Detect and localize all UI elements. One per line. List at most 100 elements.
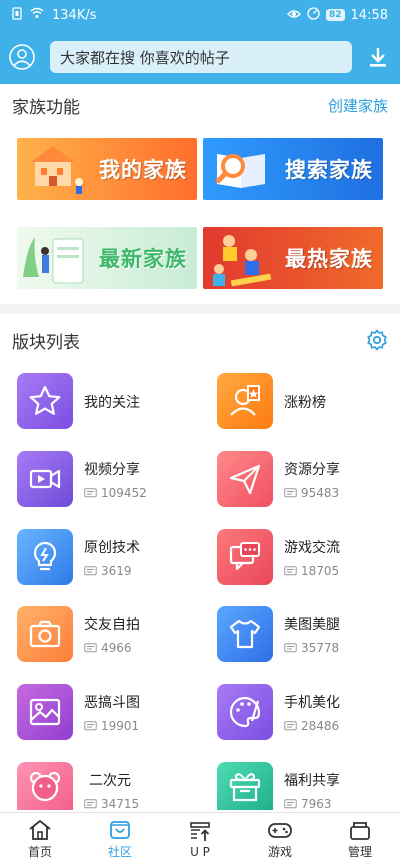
new-family-illustration (23, 237, 84, 284)
comment-icon (84, 720, 97, 730)
board-name: 我的关注 (84, 395, 140, 411)
search-book-illustration (215, 154, 265, 188)
comment-icon (284, 798, 297, 808)
tab-home[interactable]: 首页 (0, 813, 80, 866)
board-post-count: 28486 (284, 719, 339, 733)
boards-section-title: 版块列表 (12, 332, 80, 353)
banner-hot-family-label: 最热家族 (285, 247, 373, 271)
my-family-illustration (31, 146, 83, 194)
board-name: 交友自拍 (84, 617, 140, 633)
star-icon (17, 373, 73, 429)
settings-button[interactable] (366, 329, 388, 351)
chat-icon (217, 529, 273, 585)
banner-search-family[interactable]: 搜索家族 (203, 138, 383, 200)
comment-icon (84, 642, 97, 652)
board-name: 原创技术 (84, 540, 140, 556)
shirt-icon (217, 606, 273, 662)
board-count-value: 19901 (101, 719, 140, 733)
board-count-value: 3619 (101, 564, 132, 578)
manage-icon (350, 822, 370, 840)
board-item-meme[interactable]: 恶搞斗图 19901 (17, 684, 187, 744)
board-post-count: 95483 (284, 486, 339, 500)
user-avatar-button[interactable] (8, 43, 36, 71)
bear-icon (17, 762, 73, 810)
board-name: 恶搞斗图 (84, 695, 140, 711)
board-item-selfie[interactable]: 交友自拍 4966 (17, 606, 187, 666)
sim-icon (12, 6, 22, 24)
create-family-link[interactable]: 创建家族 (328, 95, 388, 116)
board-count-value: 109452 (101, 486, 147, 500)
board-count-value: 18705 (301, 564, 340, 578)
board-name: 美图美腿 (284, 617, 340, 633)
banner-my-family[interactable]: 我的家族 (17, 138, 197, 200)
board-post-count: 35778 (284, 641, 339, 655)
search-placeholder: 大家都在搜 你喜欢的帖子 (60, 48, 230, 67)
board-item-phone-theme[interactable]: 手机美化 28486 (217, 684, 387, 744)
comment-icon (284, 565, 297, 575)
download-icon (370, 48, 386, 67)
banner-search-family-label: 搜索家族 (285, 158, 373, 182)
banner-new-family-label: 最新家族 (99, 247, 187, 271)
speedometer-icon (307, 6, 320, 24)
tab-community[interactable]: 社区 (80, 813, 160, 866)
wifi-icon (30, 7, 44, 23)
board-item-resource-share[interactable]: 资源分享 95483 (217, 451, 387, 511)
section-divider (0, 304, 400, 314)
bulb-icon (17, 529, 73, 585)
comment-icon (284, 720, 297, 730)
board-post-count: 19901 (84, 719, 139, 733)
paper-plane-icon (217, 451, 273, 507)
board-item-video-share[interactable]: 视频分享 109452 (17, 451, 187, 511)
board-count-value: 28486 (301, 719, 340, 733)
tab-games[interactable]: 游戏 (240, 813, 320, 866)
board-count-value: 35778 (301, 641, 340, 655)
comment-icon (284, 487, 297, 497)
board-count-value: 95483 (301, 486, 340, 500)
banner-new-family[interactable]: 最新家族 (17, 227, 197, 289)
board-name: 视频分享 (84, 462, 140, 478)
eye-icon (287, 8, 301, 23)
board-post-count: 18705 (284, 564, 339, 578)
fans-rank-icon (217, 373, 273, 429)
banner-my-family-label: 我的家族 (99, 158, 187, 182)
board-name: 涨粉榜 (284, 395, 326, 411)
comment-icon (84, 798, 97, 808)
tab-label: 社区 (107, 845, 132, 859)
gear-icon (367, 329, 387, 351)
board-item-original-tech[interactable]: 原创技术 3619 (17, 529, 187, 589)
board-name: 资源分享 (284, 462, 340, 478)
board-name: 手机美化 (284, 695, 340, 711)
user-icon (9, 44, 35, 70)
board-name: 福利共享 (284, 773, 340, 789)
comment-icon (284, 642, 297, 652)
banner-hot-family[interactable]: 最热家族 (203, 227, 383, 289)
battery-indicator: 82 (326, 9, 345, 21)
status-bar: 134K/s 82 14:58 (0, 0, 400, 30)
image-icon (17, 684, 73, 740)
tab-manage[interactable]: 管理 (320, 813, 400, 866)
board-post-count: 34715 (84, 797, 139, 811)
tab-label: 首页 (27, 845, 52, 859)
search-input[interactable]: 大家都在搜 你喜欢的帖子 (50, 41, 352, 73)
tab-label: 游戏 (267, 845, 292, 859)
board-count-value: 34715 (101, 797, 140, 811)
palette-icon (217, 684, 273, 740)
video-icon (17, 451, 73, 507)
board-item-my-follow[interactable]: 我的关注 (17, 373, 187, 433)
board-item-game-chat[interactable]: 游戏交流 18705 (217, 529, 387, 589)
board-name: 游戏交流 (284, 540, 340, 556)
gamepad-icon (268, 823, 292, 838)
board-item-beauty-photos[interactable]: 美图美腿 35778 (217, 606, 387, 666)
family-section-header: 家族功能 创建家族 (0, 91, 400, 119)
comment-icon (84, 565, 97, 575)
community-icon (110, 821, 130, 839)
tab-up[interactable]: U P (160, 813, 240, 866)
board-item-fans-rank[interactable]: 涨粉榜 (217, 373, 387, 433)
home-icon (29, 820, 51, 840)
board-name: 二次元 (89, 773, 131, 789)
comment-icon (84, 487, 97, 497)
board-post-count: 3619 (84, 564, 132, 578)
board-count-value: 4966 (101, 641, 132, 655)
gift-icon (217, 762, 273, 810)
download-button[interactable] (366, 43, 390, 71)
